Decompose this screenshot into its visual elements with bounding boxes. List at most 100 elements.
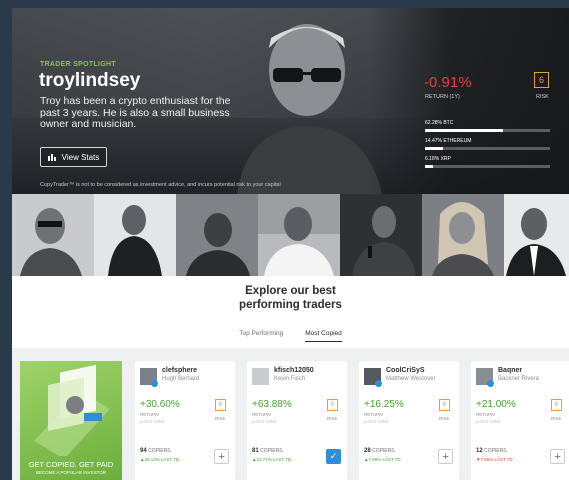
allocation-ethereum-fill xyxy=(425,147,444,150)
plus-icon: + xyxy=(554,450,561,463)
trader-return: +16.25% xyxy=(364,399,404,410)
trader-return: +63.88% xyxy=(252,399,292,410)
trader-return: +30.60% xyxy=(140,399,180,410)
trader-return-label: RETURN xyxy=(476,412,495,417)
explore-traders-section: Explore our best performing traders Top … xyxy=(12,276,569,348)
trader-photo[interactable] xyxy=(422,194,504,276)
trader-photo[interactable] xyxy=(504,194,569,276)
allocation-xrp-fill xyxy=(425,165,433,168)
trader-fullname: Kevin Fisch xyxy=(274,376,306,382)
promo-illustration xyxy=(34,364,110,459)
copiers-label: COPIERS xyxy=(260,448,283,454)
trader-7d-change: ▲25.13% LAST 7D xyxy=(140,457,180,462)
trader-return-period: (LAST 12M) xyxy=(140,419,165,424)
trader-card[interactable]: Baqner Backner Rivera +21.00% RETURN (LA… xyxy=(471,361,569,480)
trader-risk-label: RISK xyxy=(327,416,338,421)
trader-return-label: RETURN xyxy=(364,412,383,417)
trader-copiers: 81 COPIERS xyxy=(252,448,283,454)
trader-card[interactable]: CoolCriSyS Matthew Westover +16.25% RETU… xyxy=(359,361,459,480)
trader-copiers: 94 COPIERS xyxy=(140,448,171,454)
promo-headline: GET COPIED. GET PAID xyxy=(28,460,114,469)
avatar[interactable] xyxy=(252,368,269,385)
copy-add-button[interactable]: + xyxy=(438,449,453,464)
allocation-xrp: 6.18% XRP xyxy=(425,156,550,168)
tab-top-performing[interactable]: Top Performing xyxy=(239,330,283,342)
view-stats-label: View Stats xyxy=(61,152,100,162)
spotlight-risk-label: RISK xyxy=(536,94,549,100)
copy-add-button[interactable]: + xyxy=(214,449,229,464)
trader-return-period: (LAST 12M) xyxy=(476,419,501,424)
trader-return-label: RETURN xyxy=(252,412,271,417)
trader-return-period: (LAST 12M) xyxy=(252,419,277,424)
spotlight-bio: Troy has been a crypto enthusiast for th… xyxy=(40,95,231,130)
popular-investor-badge-icon xyxy=(487,380,494,387)
promo-subline: BECOME A POPULAR INVESTOR xyxy=(35,470,107,475)
copytrader-page: TRADER SPOTLIGHT troylindsey Troy has be… xyxy=(12,8,569,480)
trader-return-label: RETURN xyxy=(140,412,159,417)
trader-username[interactable]: Baqner xyxy=(498,367,522,374)
trader-photo[interactable] xyxy=(12,194,94,276)
copiers-label: COPIERS xyxy=(148,448,171,454)
copiers-count: 94 xyxy=(140,448,147,454)
trader-fullname: Hugh Bernard xyxy=(162,376,200,382)
popular-investor-badge-icon xyxy=(375,380,382,387)
spotlight-risk-score: 6 xyxy=(534,72,549,88)
spotlight-return-value: -0.91% xyxy=(424,74,472,91)
trader-fullname: Matthew Westover xyxy=(386,376,436,382)
copiers-label: COPIERS xyxy=(372,448,395,454)
trader-photo-strip xyxy=(12,194,569,276)
copiers-count: 81 xyxy=(252,448,259,454)
trader-photo[interactable] xyxy=(176,194,258,276)
trader-portrait xyxy=(237,24,382,194)
popular-investor-promo[interactable]: GET COPIED. GET PAID BECOME A POPULAR IN… xyxy=(20,361,122,480)
allocation-btc-track xyxy=(425,129,550,132)
trader-photo[interactable] xyxy=(340,194,422,276)
trader-card[interactable]: kfisch12050 Kevin Fisch +63.88% RETURN (… xyxy=(247,361,347,480)
allocation-btc: 62.28% BTC xyxy=(425,120,550,132)
trader-photo[interactable] xyxy=(94,194,176,276)
allocation-ethereum-label: 14.47% ETHEREUM xyxy=(425,138,472,144)
popular-investor-badge-icon xyxy=(151,380,158,387)
copied-check-button[interactable]: ✓ xyxy=(326,449,341,464)
plus-icon: + xyxy=(218,450,225,463)
spotlight-return-label: RETURN (1Y) xyxy=(425,94,460,100)
trader-7d-change: ▲7.69% LAST 7D xyxy=(364,457,401,462)
allocation-ethereum-track xyxy=(425,147,550,150)
copy-add-button[interactable]: + xyxy=(550,449,565,464)
allocation-ethereum: 14.47% ETHEREUM xyxy=(425,138,550,150)
explore-tabs: Top Performing Most Copied xyxy=(12,330,569,342)
spotlight-trader-name[interactable]: troylindsey xyxy=(39,70,140,92)
trader-7d-change: ▼7.65% LAST 7D xyxy=(476,457,513,462)
copiers-label: COPIERS xyxy=(484,448,507,454)
trader-risk-label: RISK xyxy=(215,416,226,421)
bar-chart-icon xyxy=(47,154,56,161)
trader-return-period: (LAST 12M) xyxy=(364,419,389,424)
trader-copiers: 28 COPIERS xyxy=(364,448,395,454)
trader-copiers: 12 COPIERS xyxy=(476,448,507,454)
view-stats-button[interactable]: View Stats xyxy=(40,147,107,167)
trader-risk-label: RISK xyxy=(439,416,450,421)
trader-username[interactable]: CoolCriSyS xyxy=(386,367,425,374)
tab-most-copied[interactable]: Most Copied xyxy=(305,330,342,342)
check-icon: ✓ xyxy=(329,451,338,461)
copiers-count: 28 xyxy=(364,448,371,454)
explore-title-line1: Explore our best xyxy=(245,285,336,297)
trader-risk-label: RISK xyxy=(551,416,562,421)
allocation-xrp-label: 6.18% XRP xyxy=(425,156,451,162)
explore-title-line2: performing traders xyxy=(239,299,342,311)
plus-icon: + xyxy=(442,450,449,463)
trader-card[interactable]: clefsphere Hugh Bernard +30.60% RETURN (… xyxy=(135,361,235,480)
trader-username[interactable]: clefsphere xyxy=(162,367,197,374)
trader-return: +21.00% xyxy=(476,399,516,410)
allocation-btc-fill xyxy=(425,129,503,132)
explore-title: Explore our best performing traders xyxy=(12,284,569,312)
trader-username[interactable]: kfisch12050 xyxy=(274,367,314,374)
trader-photo[interactable] xyxy=(258,194,340,276)
trader-fullname: Backner Rivera xyxy=(498,376,540,382)
risk-disclaimer: CopyTrader™ is not to be considered as i… xyxy=(40,182,281,188)
copiers-count: 12 xyxy=(476,448,483,454)
trader-7d-change: ▲13.71% LAST 7D xyxy=(252,457,292,462)
allocation-xrp-track xyxy=(425,165,550,168)
trader-risk-score: 6 xyxy=(215,399,226,411)
spotlight-label: TRADER SPOTLIGHT xyxy=(40,61,116,68)
